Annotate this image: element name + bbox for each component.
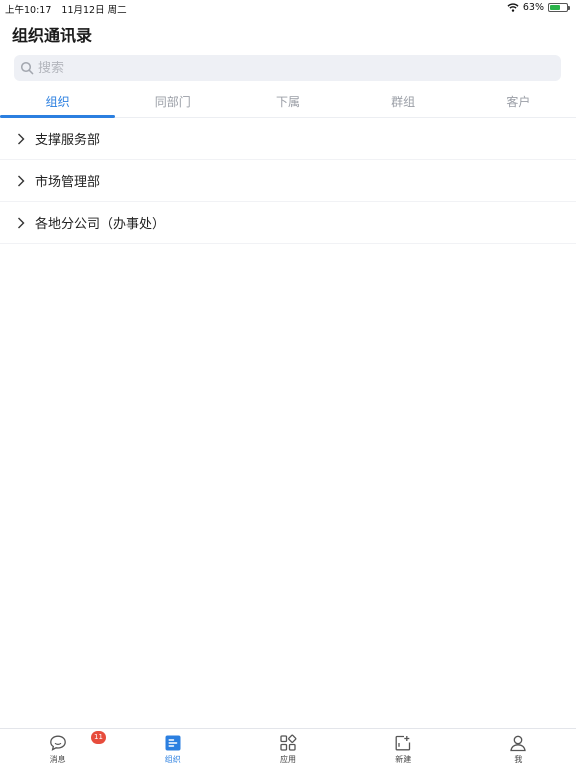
department-row[interactable]: 各地分公司（办事处） [0,202,576,244]
status-time: 上午10:17 [5,5,52,16]
department-label: 支撑服务部 [35,133,101,148]
wifi-icon [507,3,519,12]
status-date: 11月12日 周二 [61,5,127,16]
search-bar[interactable] [14,55,561,81]
department-list: 支撑服务部 市场管理部 各地分公司（办事处） [0,118,576,244]
nav-label: 消息 [49,755,66,764]
department-row[interactable]: 市场管理部 [0,160,576,202]
tab-org[interactable]: 组织 [0,88,116,118]
org-icon [165,735,181,751]
chevron-right-icon [18,217,25,228]
nav-label: 应用 [280,755,296,764]
nav-item-new[interactable]: 新建 [346,729,461,768]
search-input[interactable] [38,60,538,76]
tab-bar-top: 组织 同部门 下属 群组 客户 [0,88,576,118]
battery-level [550,5,561,10]
tab-groups[interactable]: 群组 [346,88,461,117]
apps-grid-icon [280,734,297,751]
person-icon [510,735,527,752]
nav-label: 我 [514,755,523,764]
chevron-right-icon [18,175,25,186]
status-bar: 上午10:17 11月12日 周二 63% [0,0,576,16]
tab-same-department[interactable]: 同部门 [115,88,230,117]
status-left: 上午10:17 11月12日 周二 [5,2,127,16]
search-icon [20,61,34,75]
nav-item-messages[interactable]: 消息 11 [0,729,115,768]
nav-label: 新建 [395,755,412,764]
tab-customers[interactable]: 客户 [461,88,576,117]
page-title: 组织通讯录 [12,26,93,45]
unread-badge: 11 [91,731,106,744]
nav-item-apps[interactable]: 应用 [230,729,345,768]
department-label: 各地分公司（办事处） [35,217,166,232]
status-right: 63% [507,2,570,13]
tab-subordinates[interactable]: 下属 [230,88,345,117]
department-label: 市场管理部 [35,175,101,190]
nav-item-org[interactable]: 组织 [115,729,230,768]
chat-bubble-icon [49,735,66,751]
chevron-right-icon [18,133,25,144]
nav-item-me[interactable]: 我 [461,729,576,768]
department-row[interactable]: 支撑服务部 [0,118,576,160]
new-doc-icon [395,735,411,751]
bottom-nav: 消息 11 组织 应用 新建 我 [0,728,576,768]
nav-label: 组织 [164,755,181,764]
battery-percent: 63% [522,2,544,13]
battery-icon [548,3,570,12]
